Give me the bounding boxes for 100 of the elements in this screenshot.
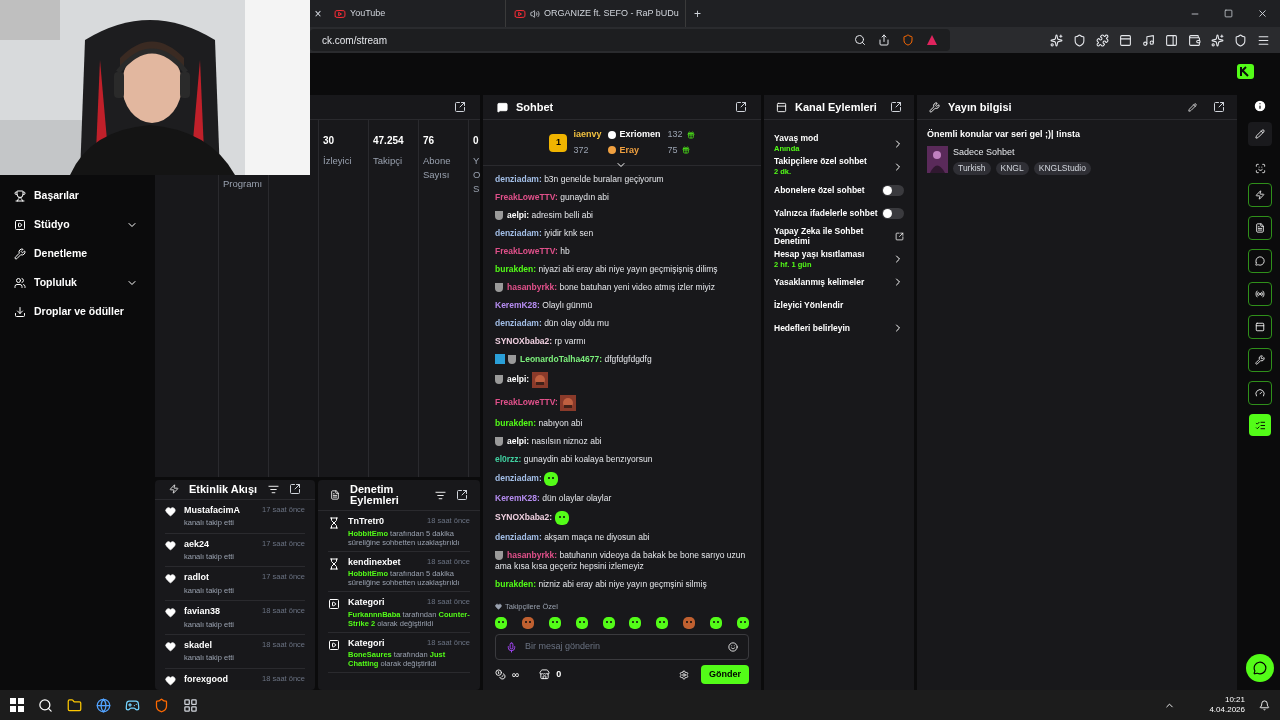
extension-icon[interactable] (1050, 33, 1063, 47)
action-title: TnTretr0 (348, 515, 384, 528)
emote-icon (544, 471, 559, 486)
emote-icon[interactable] (548, 617, 561, 629)
toggle-switch[interactable] (882, 207, 904, 219)
channel-action-item[interactable]: Abonelere özel sohbet (774, 178, 904, 202)
edit-button[interactable] (1248, 122, 1272, 146)
gauge-button[interactable] (1248, 381, 1272, 405)
video-icon (328, 638, 340, 651)
tag[interactable]: KNGL (995, 162, 1029, 175)
logo-icon[interactable] (1237, 64, 1254, 79)
restore-icon[interactable] (1224, 9, 1233, 18)
chat-message: denziadam: dün olay oldu mu (495, 316, 610, 330)
shield-icon[interactable] (1234, 33, 1247, 47)
pop-out-icon[interactable] (454, 101, 466, 113)
chat-button[interactable] (1248, 249, 1272, 273)
layout-button[interactable] (1248, 315, 1272, 339)
channel-action-item[interactable]: Yalnızca ifadelerle sohbet (774, 201, 904, 225)
folder-icon[interactable] (67, 697, 82, 713)
bolt-button[interactable] (1248, 183, 1272, 207)
tag[interactable]: KNGLStudio (1033, 162, 1091, 175)
chat-message: denziadam: iyidir knk sen (495, 226, 595, 240)
hourglass-icon (328, 557, 340, 570)
browser-icon[interactable] (96, 697, 111, 713)
close-tab-button[interactable]: × (310, 4, 326, 23)
sidebar-item[interactable]: Denetleme (0, 239, 152, 268)
gamepad-icon[interactable] (125, 697, 140, 713)
layout-icon (1255, 322, 1265, 332)
emote-icon[interactable] (495, 617, 507, 629)
event-user: aek24 (184, 537, 210, 551)
music-icon[interactable] (1142, 33, 1155, 47)
tab-title: ORGANIZE ft. SEFO - RaP bUDu (544, 6, 679, 20)
sparkle-icon[interactable] (1211, 33, 1224, 47)
window-icon[interactable] (1119, 33, 1132, 47)
microphone-icon[interactable] (506, 641, 517, 653)
chat-message: aelpi: adresim belli abi (495, 206, 749, 224)
menu-icon[interactable] (1257, 33, 1270, 47)
message-input[interactable]: Bir mesaj gönderin (525, 640, 720, 654)
message-field[interactable]: Bir mesaj gönderin (495, 634, 749, 660)
emote-icon[interactable] (710, 617, 722, 629)
leader-count: 75 (667, 143, 678, 157)
filter-icon[interactable] (435, 489, 446, 501)
note-button[interactable] (1248, 216, 1272, 240)
filter-icon[interactable] (268, 483, 279, 495)
panel-title: Yayın bilgisi (948, 99, 1013, 115)
zoom-icon[interactable] (854, 34, 866, 46)
wallet-icon[interactable] (1188, 33, 1201, 47)
emote-icon[interactable] (575, 617, 588, 629)
emote-icon[interactable] (736, 617, 749, 629)
channel-action-item[interactable]: İzleyici Yönlendir (774, 293, 904, 317)
emote-icon[interactable] (656, 617, 669, 629)
wrench-icon (1255, 355, 1265, 365)
pop-out-icon[interactable] (735, 101, 747, 113)
share-icon[interactable] (878, 34, 890, 46)
sidebar-item[interactable]: Stüdyo (0, 210, 152, 239)
tag[interactable]: Turkish (953, 162, 991, 175)
pop-out-icon[interactable] (289, 483, 301, 496)
sidebar-item[interactable]: Droplar ve ödüller (0, 297, 152, 326)
emote-icon[interactable] (602, 617, 615, 629)
puzzle-icon[interactable] (1096, 33, 1109, 47)
edit-icon[interactable] (1188, 102, 1197, 112)
channel-action-item[interactable]: Yapay Zeka ile Sohbet Denetimi (774, 224, 904, 248)
broadcast-button[interactable] (1248, 282, 1272, 306)
users-icon (14, 276, 26, 289)
wrench-button[interactable] (1248, 348, 1272, 372)
chat-icon (497, 101, 508, 113)
layout-icon (776, 101, 787, 113)
help-button[interactable] (1246, 654, 1274, 682)
settings-icon[interactable] (679, 669, 689, 680)
pop-out-icon[interactable] (456, 489, 468, 501)
emoji-icon[interactable] (728, 642, 738, 652)
pop-out-icon[interactable] (1213, 101, 1225, 113)
info-icon[interactable] (1253, 99, 1267, 113)
store-icon[interactable] (539, 669, 551, 680)
emote-icon[interactable] (629, 617, 642, 629)
sidebar-item[interactable]: Topluluk (0, 268, 152, 297)
chat-message: FreakLoweTTV: gunaydın abi (495, 190, 610, 204)
chat-message: KeremK28: dün olaylar olaylar (495, 491, 613, 505)
address-field[interactable]: ck.com/stream (310, 29, 950, 51)
send-button[interactable]: Gönder (701, 665, 749, 684)
search-icon[interactable] (38, 697, 53, 713)
heart-icon (165, 640, 176, 652)
channel-action-item[interactable]: Yasaklanmış kelimeler (774, 270, 904, 294)
focus-icon[interactable] (1254, 163, 1266, 174)
channel-action-item[interactable]: Hedefleri belirleyin (774, 316, 904, 340)
extension-icon[interactable] (1073, 33, 1086, 47)
app-icon[interactable] (183, 697, 198, 713)
clock-date: 4.04.2026 (1209, 705, 1245, 715)
toggle-switch[interactable] (882, 184, 904, 196)
sidebar-item[interactable]: Başarılar (0, 181, 152, 210)
sidebar-icon[interactable] (1165, 33, 1178, 47)
triangle-icon[interactable] (926, 34, 938, 46)
notification-icon[interactable] (1259, 699, 1270, 711)
start-icon[interactable] (10, 698, 24, 712)
new-tab-button[interactable]: + (686, 4, 709, 23)
heart-icon (165, 539, 176, 551)
pop-out-icon[interactable] (890, 101, 902, 113)
close-icon[interactable] (1257, 8, 1268, 19)
event-user: forexgood (184, 672, 228, 686)
event-user: favian38 (184, 605, 221, 618)
